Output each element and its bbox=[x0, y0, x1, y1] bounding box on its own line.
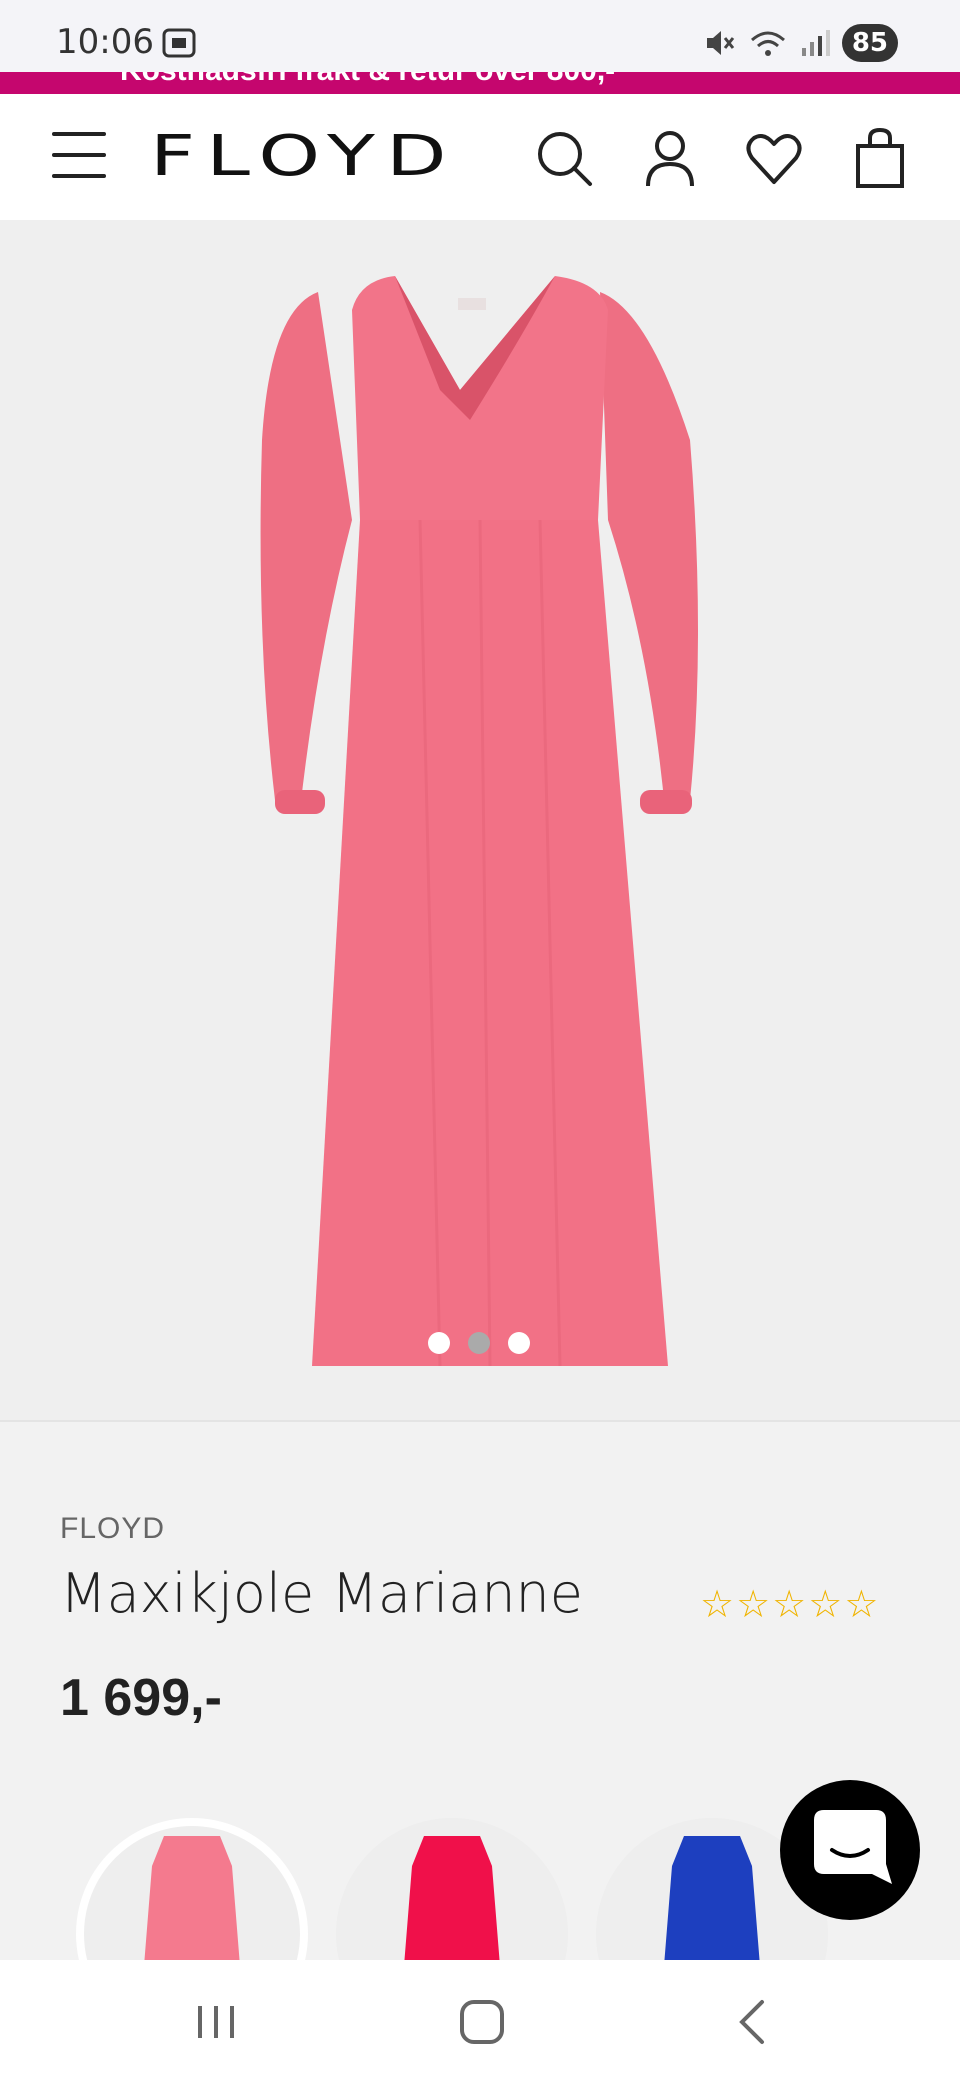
wifi-icon bbox=[750, 31, 785, 56]
bag-icon[interactable] bbox=[850, 128, 910, 188]
promo-banner[interactable]: Kostnadsfri frakt & retur over 800,- bbox=[0, 72, 960, 94]
status-time: 10:06 bbox=[56, 22, 154, 62]
site-header: FLOYD bbox=[0, 94, 960, 220]
menu-button[interactable] bbox=[52, 132, 106, 180]
signal-icon bbox=[801, 30, 830, 56]
battery-level: 85 bbox=[841, 24, 898, 62]
system-nav-bar bbox=[0, 1960, 960, 2080]
star-icon: ☆ bbox=[844, 1584, 879, 1626]
menu-icon bbox=[52, 132, 106, 136]
dress-image bbox=[260, 276, 698, 1367]
variant-pink[interactable] bbox=[76, 1818, 308, 1960]
carousel-dots bbox=[428, 1332, 530, 1354]
product-title: Maxikjole Marianne bbox=[60, 1562, 583, 1625]
carousel-dot[interactable] bbox=[428, 1332, 450, 1354]
variant-thumbnail bbox=[404, 1836, 500, 1960]
divider bbox=[0, 1420, 960, 1422]
home-icon[interactable] bbox=[452, 1992, 512, 2052]
heart-icon[interactable] bbox=[744, 128, 804, 188]
back-icon[interactable] bbox=[724, 1992, 784, 2052]
star-icon: ☆ bbox=[808, 1584, 843, 1626]
search-icon[interactable] bbox=[534, 128, 594, 188]
recent-apps-icon[interactable] bbox=[186, 1992, 246, 2052]
star-icon: ☆ bbox=[700, 1584, 735, 1626]
product-price: 1 699,- bbox=[60, 1669, 222, 1727]
star-icon: ☆ bbox=[772, 1584, 807, 1626]
chat-icon bbox=[814, 1810, 892, 1884]
carousel-dot[interactable] bbox=[508, 1332, 530, 1354]
product-brand[interactable]: FLOYD bbox=[60, 1512, 165, 1546]
mute-icon bbox=[706, 31, 734, 55]
screenshot-icon bbox=[162, 28, 196, 58]
chat-button[interactable] bbox=[780, 1780, 920, 1920]
variant-thumbnail bbox=[144, 1836, 240, 1960]
account-icon[interactable] bbox=[640, 128, 700, 188]
variant-red[interactable] bbox=[336, 1818, 568, 1960]
star-icon: ☆ bbox=[736, 1584, 771, 1626]
product-image-carousel[interactable] bbox=[0, 220, 960, 1420]
logo[interactable]: FLOYD bbox=[150, 124, 458, 189]
rating-stars[interactable]: ☆ ☆ ☆ ☆ ☆ bbox=[700, 1582, 878, 1627]
promo-text: Kostnadsfri frakt & retur over 800,- bbox=[120, 72, 615, 88]
status-bar: 10:06 85 bbox=[0, 0, 960, 72]
carousel-dot-active[interactable] bbox=[468, 1332, 490, 1354]
